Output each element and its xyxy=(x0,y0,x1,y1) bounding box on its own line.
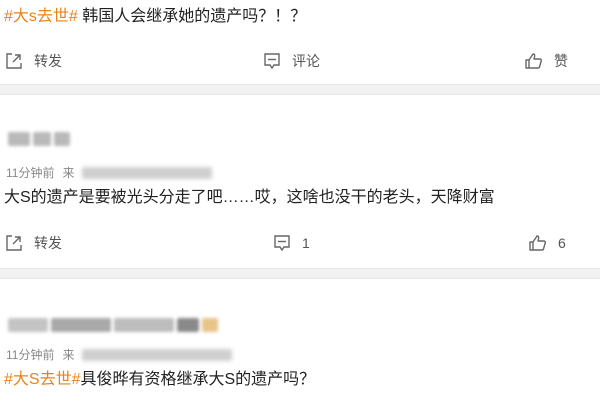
comment-1-meta: 11分钟前 来 xyxy=(6,164,213,181)
comment-1-comment-count: 1 xyxy=(302,235,310,251)
post-comment-button[interactable]: 评论 xyxy=(262,46,320,76)
comment-2-source-blurred xyxy=(82,348,233,361)
post-comment-label: 评论 xyxy=(292,53,320,69)
comment-1-text: 大S的遗产是要被光头分走了吧……哎，这啥也没干的老头，天降财富 xyxy=(4,189,495,206)
comment-1-source-blurred xyxy=(82,166,213,179)
comment-1-time: 11分钟前 xyxy=(6,166,55,180)
comment-1-action-bar: 转发 1 6 xyxy=(0,228,600,258)
post-like-label: 赞 xyxy=(554,53,568,69)
comment-2-hashtag-link[interactable]: #大S去世# xyxy=(4,371,80,388)
comment-1-like-count: 6 xyxy=(558,235,566,251)
repost-icon xyxy=(6,53,22,69)
post-action-bar: 转发 评论 赞 xyxy=(0,46,600,76)
comment-1-repost-button[interactable]: 转发 xyxy=(4,228,62,258)
comment-icon xyxy=(264,53,280,70)
comment-2-meta: 11分钟前 来 xyxy=(6,346,233,363)
post-hashtag-link[interactable]: #大s去世# xyxy=(4,8,78,25)
section-divider xyxy=(0,268,600,279)
section-divider xyxy=(0,84,600,95)
post-body: 韩国人会继承她的遗产吗？！？ xyxy=(77,8,307,25)
comment-2-text: #大S去世#具俊晔有资格继承大S的遗产吗？ xyxy=(4,369,315,391)
post-repost-button[interactable]: 转发 xyxy=(4,46,62,76)
comment-1-like-button[interactable]: 6 xyxy=(528,228,566,258)
comment-2-username-blurred xyxy=(8,318,218,332)
comment-icon xyxy=(274,235,290,252)
comment-1-username-blurred xyxy=(8,132,70,146)
post-text: #大s去世# 韩国人会继承她的遗产吗？！？ xyxy=(4,6,306,28)
comment-1-source: 来 xyxy=(62,166,75,180)
comment-1-repost-label: 转发 xyxy=(34,235,62,251)
post-like-button[interactable]: 赞 xyxy=(524,46,568,76)
repost-icon xyxy=(6,235,22,251)
comment-2-source: 来 xyxy=(62,348,75,362)
comment-2-time: 11分钟前 xyxy=(6,348,55,362)
comment-1-comment-button[interactable]: 1 xyxy=(272,228,310,258)
comment-2-body: 具俊晔有资格继承大S的遗产吗？ xyxy=(80,371,316,388)
post-repost-label: 转发 xyxy=(34,53,62,69)
thumbs-up-icon xyxy=(529,235,546,251)
thumbs-up-icon xyxy=(525,53,542,69)
